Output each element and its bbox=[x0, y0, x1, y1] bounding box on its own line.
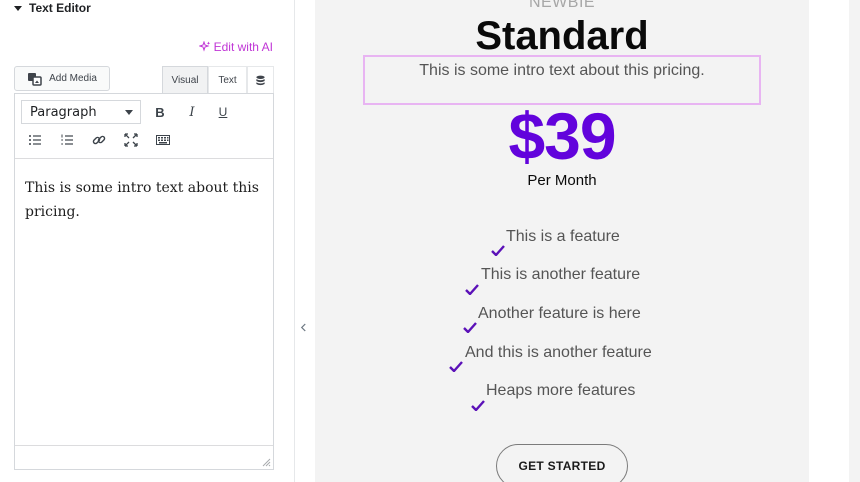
checkmark-icon bbox=[463, 322, 477, 333]
card-price: $39 bbox=[508, 99, 616, 173]
card-title: Standard bbox=[475, 14, 649, 58]
checkmark-icon bbox=[449, 361, 463, 372]
editor-status-bar bbox=[15, 445, 273, 469]
format-select-value: Paragraph bbox=[30, 104, 97, 120]
edit-with-ai-label: Edit with AI bbox=[213, 40, 273, 54]
checkmark-icon bbox=[471, 400, 485, 411]
bulleted-list-icon bbox=[29, 135, 41, 145]
toolbar-toggle-button[interactable] bbox=[151, 128, 175, 152]
collapse-panel-button[interactable] bbox=[296, 302, 311, 352]
underline-button[interactable]: U bbox=[211, 100, 235, 124]
editor-toolbar: Paragraph B I U bbox=[15, 94, 273, 159]
feature-item: Heaps more features bbox=[486, 382, 636, 399]
editor-panel: Text Editor Edit with AI Add Media Visua… bbox=[0, 0, 295, 482]
caret-down-icon bbox=[14, 5, 22, 11]
bulleted-list-button[interactable] bbox=[23, 128, 47, 152]
add-media-icon bbox=[28, 72, 42, 86]
rich-text-editor: Paragraph B I U This is some intro text … bbox=[14, 93, 274, 470]
numbered-list-button[interactable] bbox=[55, 128, 79, 152]
checkmark-icon bbox=[491, 245, 505, 256]
link-icon bbox=[92, 135, 106, 145]
bold-button[interactable]: B bbox=[148, 100, 172, 124]
format-select[interactable]: Paragraph bbox=[21, 100, 141, 124]
feature-item: And this is another feature bbox=[465, 344, 652, 361]
chevron-left-icon bbox=[300, 323, 306, 331]
get-started-button[interactable]: GET STARTED bbox=[496, 444, 628, 482]
numbered-list-icon bbox=[61, 134, 73, 145]
pricing-card: NEWBIE Standard This is some intro text … bbox=[315, 0, 809, 482]
card-pretitle: NEWBIE bbox=[528, 0, 596, 11]
database-icon bbox=[256, 75, 265, 85]
feature-item: Another feature is here bbox=[478, 305, 641, 322]
insert-link-button[interactable] bbox=[87, 128, 111, 152]
edit-with-ai-link[interactable]: Edit with AI bbox=[198, 40, 273, 54]
sparkle-icon bbox=[198, 41, 210, 52]
tab-text[interactable]: Text bbox=[208, 66, 247, 93]
checkmark-icon bbox=[465, 284, 479, 295]
section-title: Text Editor bbox=[29, 1, 91, 15]
fullscreen-button[interactable] bbox=[119, 128, 143, 152]
tab-visual[interactable]: Visual bbox=[162, 66, 208, 93]
dynamic-tags-button[interactable] bbox=[247, 66, 274, 93]
chevron-down-icon bbox=[125, 110, 133, 115]
card-price-period: Per Month bbox=[527, 172, 597, 189]
add-media-button[interactable]: Add Media bbox=[14, 66, 110, 91]
toolbar-toggle-icon bbox=[156, 135, 170, 145]
adjacent-card-edge bbox=[849, 0, 860, 482]
feature-item: This is another feature bbox=[481, 266, 641, 283]
card-intro-text: This is some intro text about this prici… bbox=[419, 62, 705, 79]
section-header-text-editor[interactable]: Text Editor bbox=[14, 0, 91, 16]
resize-grip-icon[interactable] bbox=[261, 457, 271, 467]
add-media-label: Add Media bbox=[49, 73, 97, 84]
feature-item: This is a feature bbox=[506, 228, 620, 245]
editor-content[interactable]: This is some intro text about this prici… bbox=[25, 176, 265, 224]
italic-button[interactable]: I bbox=[180, 100, 204, 124]
fullscreen-icon bbox=[124, 133, 138, 147]
